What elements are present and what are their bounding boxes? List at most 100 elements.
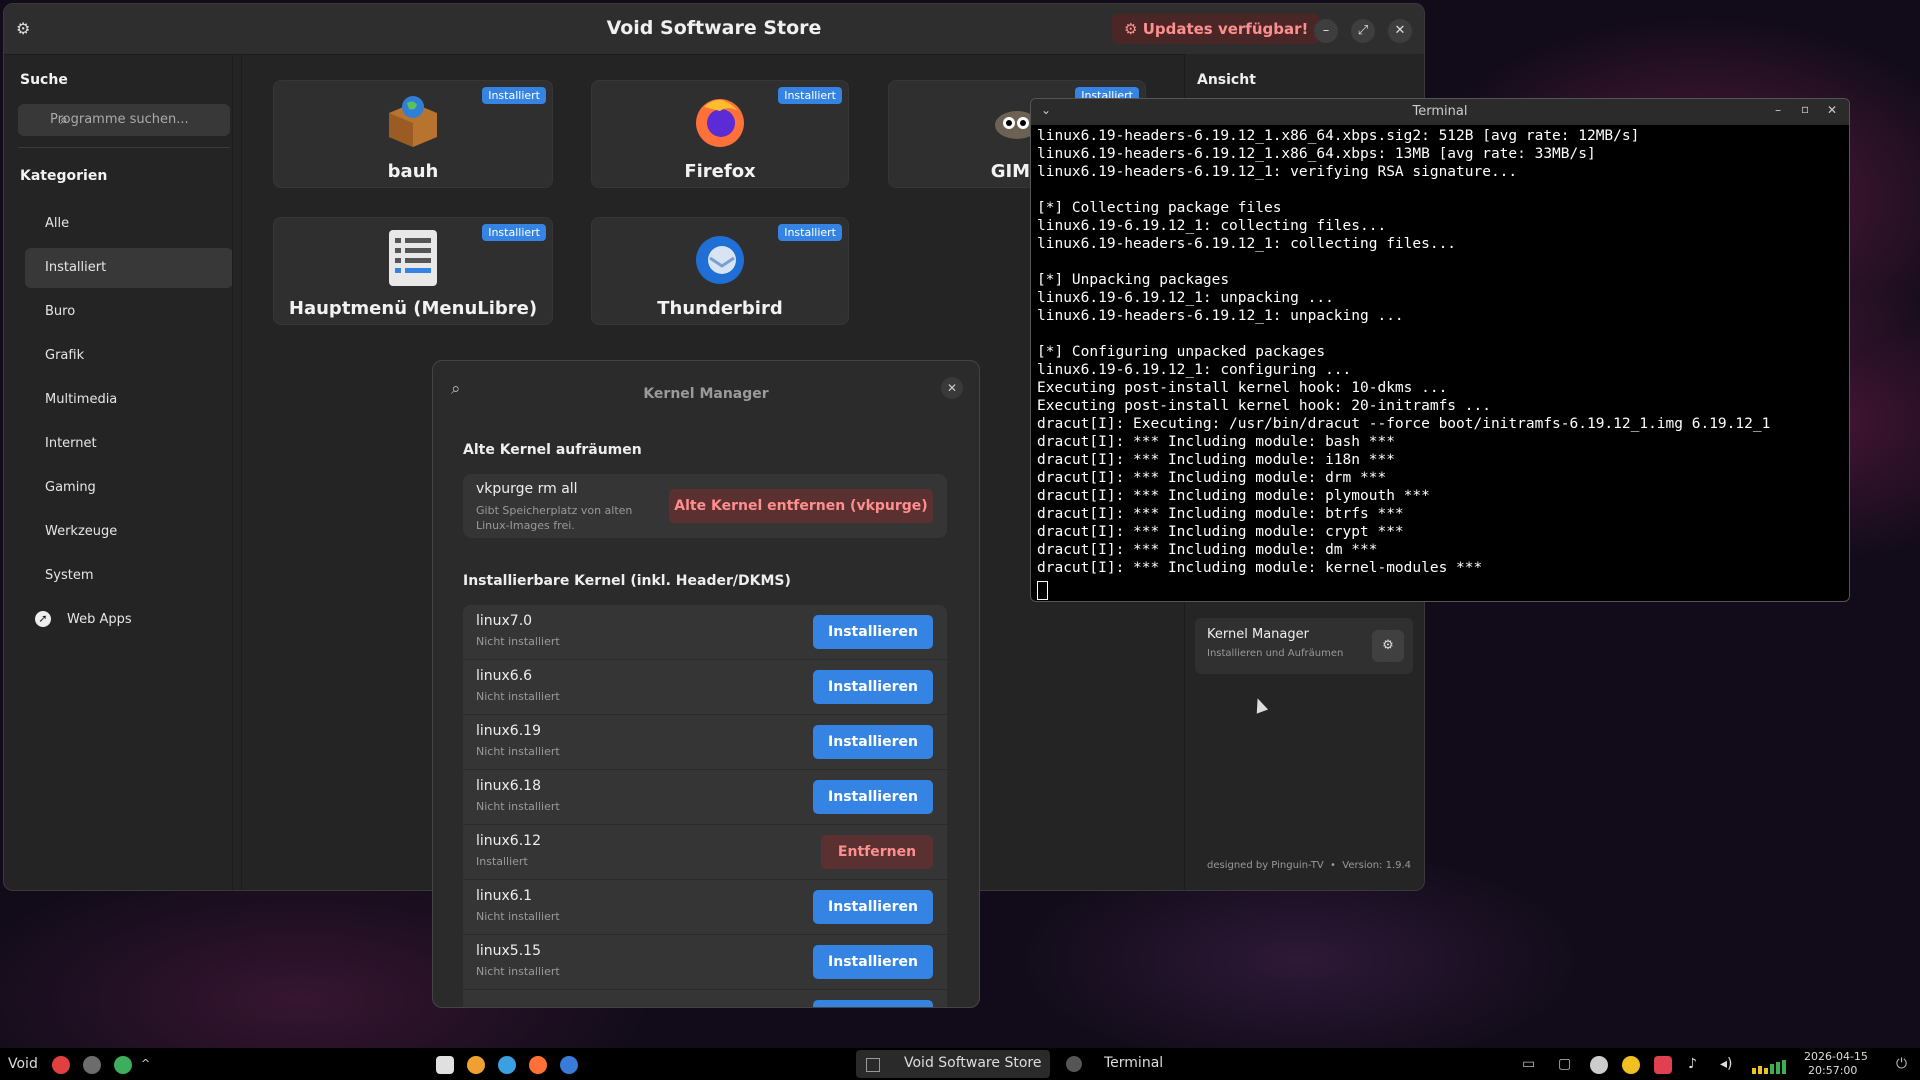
taskbar-window-store[interactable]: Void Software Store: [856, 1050, 1050, 1078]
terminal-output[interactable]: linux6.19-headers-6.19.12_1.x86_64.xbps.…: [1031, 125, 1849, 579]
app-card-bauh[interactable]: Installiert bauh: [273, 80, 553, 188]
files-launcher-icon[interactable]: [498, 1056, 516, 1074]
kernel-status: Installiert: [476, 855, 528, 868]
kernel-row: linux7.0 Nicht installiert Installieren: [463, 605, 947, 660]
maximize-icon[interactable]: ▫: [1801, 102, 1809, 116]
tray-app-icon[interactable]: [1654, 1056, 1672, 1074]
install-button[interactable]: Installieren: [813, 725, 933, 759]
clock-date[interactable]: 2026-04-15: [1804, 1050, 1868, 1063]
kernel-manager-card[interactable]: Kernel Manager Installieren und Aufräume…: [1195, 618, 1413, 674]
maximize-button[interactable]: ⤢: [1351, 19, 1375, 43]
categories-heading: Kategorien: [20, 168, 108, 184]
kernel-row: linux6.1 Nicht installiert Installieren: [463, 880, 947, 935]
search-input[interactable]: ⌕ Programme suchen...: [18, 104, 230, 136]
taskbar-window-terminal[interactable]: Terminal: [1060, 1050, 1180, 1078]
kernel-card-button[interactable]: ⚙: [1372, 630, 1404, 662]
install-button[interactable]: Installieren: [813, 670, 933, 704]
cleanup-description-1: Gibt Speicherplatz von alten: [476, 504, 633, 517]
installed-badge: Installiert: [482, 224, 546, 241]
app-card-thunderbird[interactable]: Installiert Thunderbird: [591, 217, 849, 325]
firefox-launcher-icon[interactable]: [529, 1056, 547, 1074]
power-icon[interactable]: ⏻: [1896, 1048, 1907, 1080]
installed-badge: Installiert: [778, 224, 842, 241]
launcher-icon-search[interactable]: [114, 1056, 132, 1074]
app-launcher-icon[interactable]: [467, 1056, 485, 1074]
cleanup-command: vkpurge rm all: [476, 481, 578, 497]
network-icon[interactable]: ▭: [1522, 1048, 1535, 1080]
kernel-card-subtitle: Installieren und Aufräumen: [1207, 648, 1344, 659]
footer-credits: designed by Pinguin-TV • Version: 1.9.4: [1207, 860, 1412, 871]
category-web-apps[interactable]: ➚ Web Apps: [25, 600, 233, 640]
installable-heading: Installierbare Kernel (inkl. Header/DKMS…: [463, 573, 791, 589]
category-gaming[interactable]: Gaming: [25, 468, 233, 508]
store-titlebar: ⚙ Void Software Store ⚙ Updates verfügba…: [4, 4, 1424, 55]
minimize-icon[interactable]: –: [1775, 103, 1781, 117]
install-button[interactable]: Installieren: [813, 945, 933, 979]
installed-badge: Installiert: [482, 87, 546, 104]
window-label: Terminal: [1104, 1055, 1164, 1071]
volume-icon[interactable]: ◂): [1720, 1048, 1733, 1080]
vkpurge-button[interactable]: Alte Kernel entfernen (vkpurge): [669, 489, 933, 523]
kernel-status: Nicht installiert: [476, 910, 560, 923]
search-placeholder: Programme suchen...: [50, 112, 189, 127]
minimize-button[interactable]: –: [1314, 19, 1338, 43]
installed-badge: Installiert: [778, 87, 842, 104]
app-name: bauh: [387, 161, 439, 182]
bauh-icon: [389, 96, 437, 147]
launcher-icon-grey[interactable]: [83, 1056, 101, 1074]
terminal-title: Terminal: [1412, 104, 1468, 119]
menu-icon: [389, 230, 437, 286]
updates-button[interactable]: ⚙ Updates verfügbar!: [1112, 14, 1321, 44]
status-icon[interactable]: [1590, 1056, 1608, 1074]
bell-icon[interactable]: ♪: [1688, 1048, 1697, 1080]
install-button[interactable]: Installieren: [813, 615, 933, 649]
clock-time[interactable]: 20:57:00: [1808, 1064, 1857, 1077]
app-card-firefox[interactable]: Installiert Firefox: [591, 80, 849, 188]
start-menu-button[interactable]: Void: [8, 1048, 38, 1080]
window-icon: [866, 1058, 880, 1072]
kernel-status: Nicht installiert: [476, 800, 560, 813]
view-heading: Ansicht: [1197, 72, 1256, 88]
app-name: Hauptmenü (MenuLibre): [288, 298, 538, 319]
updates-tray-icon[interactable]: [1622, 1056, 1640, 1074]
install-button-partial[interactable]: [813, 1000, 933, 1007]
dialog-close-button[interactable]: ✕: [941, 377, 963, 399]
kernel-row: linux6.12 Installiert Entfernen: [463, 825, 947, 880]
screen-icon[interactable]: ▢: [1558, 1048, 1571, 1080]
category-buro[interactable]: Buro: [25, 292, 233, 332]
cleanup-heading: Alte Kernel aufräumen: [463, 442, 642, 458]
sidebar: Suche ⌕ Programme suchen... Kategorien A…: [12, 58, 233, 884]
chevron-up-icon[interactable]: ^: [141, 1048, 150, 1080]
category-werkzeuge[interactable]: Werkzeuge: [25, 512, 233, 552]
app-card-menulibre[interactable]: Installiert Hauptmenü (MenuLibre): [273, 217, 553, 325]
install-button[interactable]: Installieren: [813, 780, 933, 814]
thunderbird-launcher-icon[interactable]: [560, 1056, 578, 1074]
category-alle[interactable]: Alle: [25, 204, 233, 244]
category-grafik[interactable]: Grafik: [25, 336, 233, 376]
kernel-name: linux6.1: [476, 888, 533, 904]
kernel-card-title: Kernel Manager: [1207, 627, 1309, 642]
category-system[interactable]: System: [25, 556, 233, 596]
wifi-signal-icon[interactable]: [1752, 1058, 1792, 1074]
kernel-row-partial: [463, 990, 947, 1007]
compass-icon: ➚: [35, 611, 51, 627]
cleanup-description-2: Linux-Images frei.: [476, 519, 575, 532]
gears-icon: ⚙: [1382, 638, 1394, 653]
app-name: Firefox: [684, 161, 756, 182]
install-button[interactable]: Installieren: [813, 890, 933, 924]
category-internet[interactable]: Internet: [25, 424, 233, 464]
kernel-row: linux6.6 Nicht installiert Installieren: [463, 660, 947, 715]
close-icon[interactable]: ✕: [1827, 103, 1837, 117]
remove-button[interactable]: Entfernen: [821, 835, 933, 869]
terminal-window: ⌄ Terminal – ▫ ✕ linux6.19-headers-6.19.…: [1030, 98, 1850, 602]
kernel-row: linux6.18 Nicht installiert Installieren: [463, 770, 947, 825]
category-installiert[interactable]: Installiert: [25, 248, 233, 288]
kernel-name: linux5.15: [476, 943, 541, 959]
software-store-launcher-icon[interactable]: [436, 1056, 454, 1074]
launcher-icon-red[interactable]: [52, 1056, 70, 1074]
cleanup-box: vkpurge rm all Gibt Speicherplatz von al…: [463, 474, 947, 538]
terminal-cursor: [1037, 581, 1048, 600]
category-multimedia[interactable]: Multimedia: [25, 380, 233, 420]
close-button[interactable]: ✕: [1388, 19, 1412, 43]
app-name: Thunderbird: [657, 298, 783, 319]
